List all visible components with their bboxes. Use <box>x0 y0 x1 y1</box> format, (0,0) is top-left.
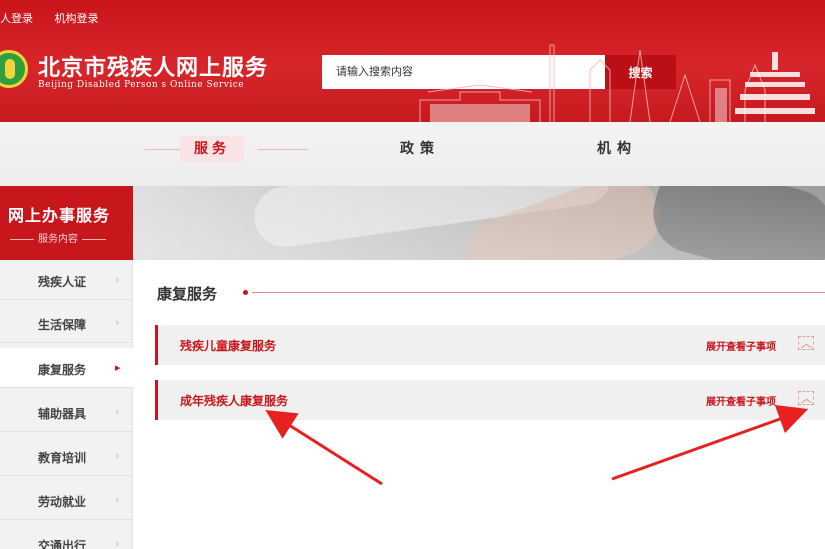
sidebar-item-rehabilitation[interactable]: 康复服务 ▸ <box>0 348 134 388</box>
skyline-illustration-icon <box>419 44 815 122</box>
nav-item-organization[interactable]: 机构 <box>597 136 637 162</box>
expand-link[interactable]: 展开查看子事项 <box>706 338 776 353</box>
chevron-right-icon: › <box>115 273 120 286</box>
sidebar-item-label: 交通出行 <box>38 539 87 549</box>
sidebar-item-label: 康复服务 <box>38 363 87 377</box>
service-title[interactable]: 残疾儿童康复服务 <box>180 337 276 354</box>
banner-overlay <box>133 186 825 260</box>
sidebar-item-label: 辅助器具 <box>38 407 87 421</box>
org-login-link[interactable]: 机构登录 <box>55 12 99 25</box>
top-bar: 人登录 机构登录 <box>0 10 117 26</box>
section-divider <box>252 292 825 293</box>
nav-divider <box>145 149 185 150</box>
sidebar-item-disability-card[interactable]: 残疾人证 › <box>0 260 133 300</box>
chevron-right-icon: › <box>115 493 120 506</box>
section-title: 康复服务 <box>157 285 218 303</box>
chevron-up-icon[interactable]: ︿ <box>801 390 812 406</box>
chevron-right-icon: › <box>115 316 120 329</box>
chevron-right-icon: › <box>115 537 120 549</box>
banner-image <box>133 186 825 260</box>
main-nav: 服务 政策 机构 <box>0 122 825 186</box>
sidebar-item-label: 生活保障 <box>38 318 87 332</box>
sidebar-menu: 残疾人证 › 生活保障 › 康复服务 ▸ 辅助器具 › 教育培训 › 劳动就业 … <box>0 260 134 549</box>
chevron-up-icon[interactable]: ︿ <box>801 335 812 351</box>
sidebar-item-transportation[interactable]: 交通出行 › <box>0 524 133 549</box>
personal-login-link[interactable]: 人登录 <box>0 12 33 25</box>
sidebar-item-assistive-devices[interactable]: 辅助器具 › <box>0 392 133 432</box>
sidebar-item-label: 劳动就业 <box>38 495 87 509</box>
sidebar-item-life-security[interactable]: 生活保障 › <box>0 303 133 343</box>
sidebar-subtitle: 服务内容 <box>6 230 110 245</box>
sidebar-item-employment[interactable]: 劳动就业 › <box>0 480 133 520</box>
sidebar-header: 网上办事服务 服务内容 <box>0 186 133 260</box>
service-row-child-rehab[interactable]: 残疾儿童康复服务 展开查看子事项 ︿ <box>155 325 825 365</box>
service-row-adult-rehab[interactable]: 成年残疾人康复服务 展开查看子事项 ︿ <box>155 380 825 420</box>
expand-link[interactable]: 展开查看子事项 <box>706 393 776 408</box>
chevron-right-icon: ▸ <box>115 361 121 374</box>
arrow-icon <box>265 409 383 486</box>
site-subtitle: Beijing Disabled Person s Online Service <box>38 80 245 90</box>
logo-icon <box>0 50 28 88</box>
section-dot <box>243 290 248 295</box>
sidebar-item-label: 残疾人证 <box>38 275 87 289</box>
nav-divider <box>258 149 308 150</box>
chevron-right-icon: › <box>115 449 120 462</box>
service-title[interactable]: 成年残疾人康复服务 <box>180 392 288 409</box>
site-title[interactable]: 北京市残疾人网上服务 <box>38 50 268 82</box>
sidebar-item-label: 教育培训 <box>38 451 87 465</box>
sidebar-item-education[interactable]: 教育培训 › <box>0 436 133 476</box>
sidebar-title: 网上办事服务 <box>8 206 111 225</box>
nav-item-policy[interactable]: 政策 <box>400 136 440 162</box>
arrow-icon <box>611 404 809 481</box>
chevron-right-icon: › <box>115 405 120 418</box>
header: 人登录 机构登录 北京市残疾人网上服务 Beijing Disabled Per… <box>0 0 825 122</box>
nav-item-service[interactable]: 服务 <box>180 136 244 162</box>
